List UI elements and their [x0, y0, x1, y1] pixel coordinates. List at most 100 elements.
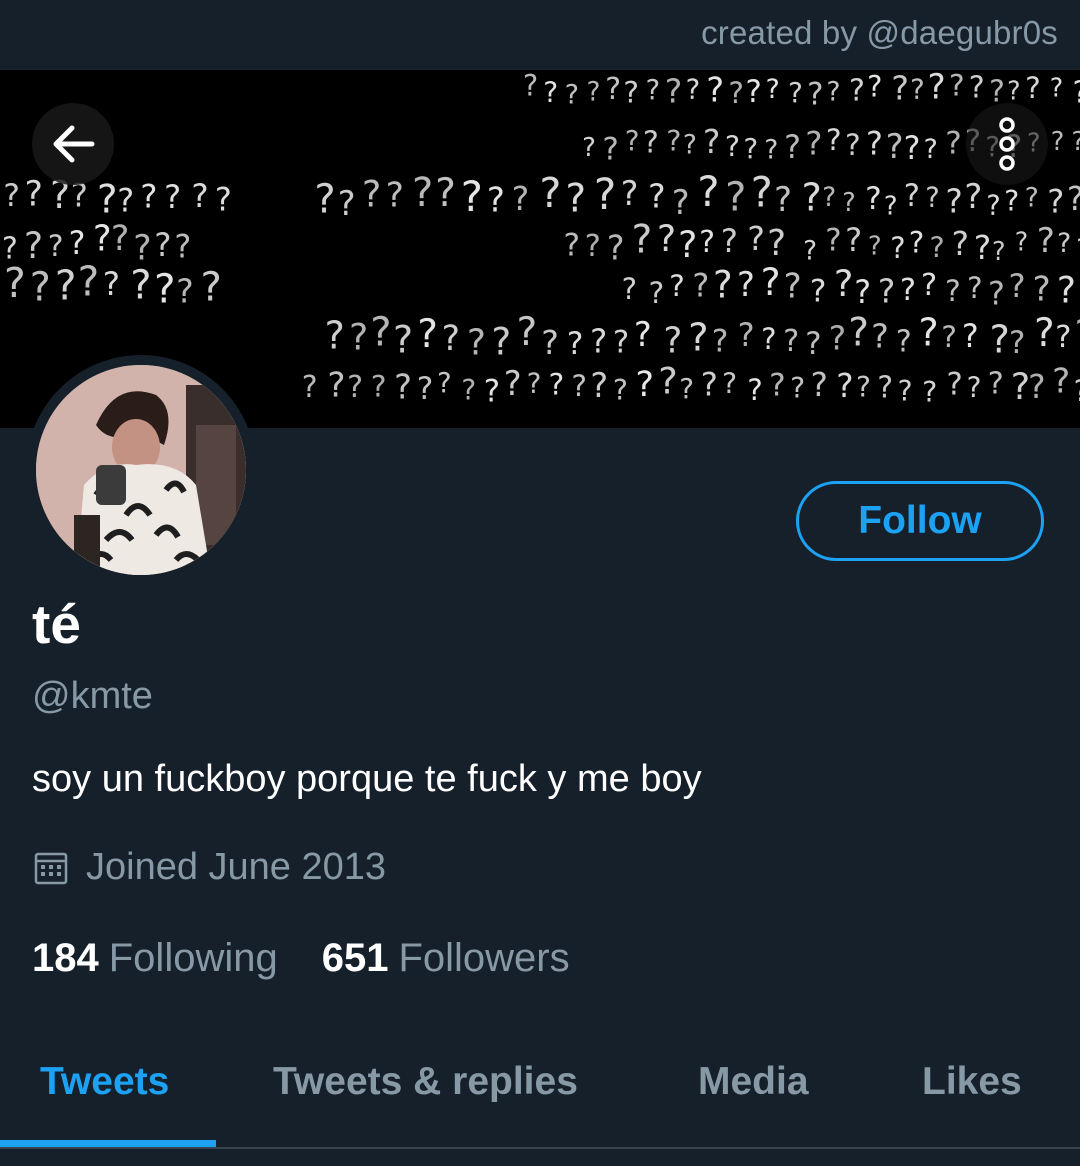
banner-glyph: ? [542, 76, 559, 109]
banner-glyph: ? [665, 124, 682, 158]
following-stat[interactable]: 184 Following [32, 936, 278, 981]
banner-glyph: ? [902, 131, 921, 167]
banner-glyph: ? [1031, 269, 1052, 309]
banner-glyph: ? [876, 370, 894, 405]
banner-glyph: ? [436, 367, 453, 399]
banner-glyph: ? [735, 265, 755, 304]
back-button[interactable] [32, 103, 114, 185]
banner-glyph: ? [547, 368, 565, 403]
banner-glyph: ? [783, 130, 802, 166]
banner-glyph: ? [926, 70, 947, 108]
tab-media[interactable]: Media [698, 1060, 809, 1104]
banner-glyph: ? [847, 310, 870, 355]
banner-glyph: ? [540, 323, 560, 362]
banner-glyph: ? [1054, 320, 1072, 355]
banner-glyph: ? [323, 314, 346, 358]
banner-glyph: ? [642, 126, 660, 161]
followers-label: Followers [398, 936, 570, 980]
banner-glyph: ? [773, 180, 793, 219]
banner-glyph: ? [802, 236, 818, 266]
banner-glyph: ? [604, 72, 622, 107]
banner-glyph: ? [1072, 374, 1080, 408]
banner-glyph: ? [699, 366, 718, 404]
tab-likes[interactable]: Likes [922, 1060, 1022, 1104]
banner-glyph: ? [960, 319, 979, 355]
banner-glyph: ? [727, 76, 745, 110]
joined-text: Joined June 2013 [86, 846, 387, 888]
follow-button[interactable]: Follow [796, 481, 1044, 561]
banner-glyph: ? [809, 366, 829, 404]
banner-glyph: ? [360, 173, 382, 216]
banner-glyph: ? [963, 177, 983, 216]
banner-glyph: ? [922, 134, 938, 165]
profile-name: té [32, 593, 81, 655]
banner-glyph: ? [1032, 311, 1055, 356]
avatar-container[interactable] [26, 355, 256, 585]
banner-glyph: ? [749, 167, 774, 216]
banner-glyph: ? [465, 322, 487, 363]
banner-glyph: ? [835, 367, 855, 405]
banner-glyph: ? [433, 171, 456, 216]
banner-glyph: ? [1035, 221, 1056, 261]
watermark-text: created by @daegubr0s [701, 14, 1058, 51]
banner-glyph: ? [510, 179, 530, 218]
banner-glyph: ? [948, 70, 966, 104]
banner-glyph: ? [742, 132, 759, 165]
banner-glyph: ? [1049, 74, 1064, 104]
banner-glyph: ? [611, 324, 630, 360]
banner-glyph: ? [944, 183, 964, 221]
banner-glyph: ? [163, 178, 182, 216]
banner-glyph: ? [630, 218, 653, 263]
banner-glyph: ? [173, 228, 192, 266]
profile-handle: @kmte [32, 675, 153, 717]
banner-glyph: ? [663, 71, 683, 110]
banner-glyph: ? [570, 369, 588, 403]
banner-glyph: ? [806, 77, 825, 113]
banner-glyph: ? [940, 320, 958, 354]
banner-glyph: ? [153, 226, 173, 264]
banner-glyph: ? [612, 374, 629, 407]
banner-glyph: ? [522, 70, 539, 102]
banner-glyph: ? [944, 274, 962, 308]
banner-glyph: ? [619, 174, 639, 213]
banner-glyph: ? [655, 218, 677, 260]
banner-glyph: ? [300, 370, 318, 405]
banner-glyph: ? [657, 360, 679, 403]
banner-glyph: ? [945, 367, 964, 403]
followers-stat[interactable]: 651 Followers [322, 936, 570, 981]
profile-bio: soy un fuckboy porque te fuck y me boy [32, 758, 702, 800]
banner-glyph: ? [585, 78, 601, 108]
banner-glyph: ? [824, 222, 843, 258]
banner-glyph: ? [763, 135, 779, 166]
banner-glyph: ? [1071, 76, 1080, 111]
banner-glyph: ? [2, 178, 21, 214]
banner-glyph: ? [944, 126, 963, 162]
banner-glyph: ? [684, 73, 701, 106]
banner-glyph: ? [866, 70, 883, 103]
banner-glyph: ? [581, 133, 597, 163]
banner-glyph: ? [1051, 362, 1072, 402]
banner-glyph: ? [736, 316, 755, 354]
banner-glyph: ? [562, 227, 581, 263]
banner-glyph: ? [950, 224, 970, 263]
banner-glyph: ? [564, 177, 587, 222]
avatar[interactable] [36, 365, 246, 575]
banner-glyph: ? [764, 74, 780, 105]
banner-glyph: ? [101, 265, 121, 303]
banner-glyph: ? [827, 318, 847, 357]
banner-glyph: ? [890, 70, 910, 108]
more-options-button[interactable] [966, 103, 1048, 185]
banner-glyph: ? [1070, 127, 1080, 157]
banner-glyph: ? [853, 275, 872, 311]
banner-glyph: ? [620, 272, 637, 306]
banner-glyph: ? [46, 229, 64, 263]
banner-glyph: ? [804, 326, 823, 362]
banner-glyph: ? [336, 184, 356, 223]
banner-glyph: ? [821, 182, 837, 213]
banner-glyph: ? [622, 75, 640, 109]
banner-glyph: ? [1008, 325, 1027, 361]
tab-tweets[interactable]: Tweets [40, 1060, 169, 1104]
banner-glyph: ? [917, 311, 940, 355]
tab-tweets-and-replies[interactable]: Tweets & replies [273, 1060, 578, 1104]
banner-glyph: ? [1024, 71, 1042, 105]
